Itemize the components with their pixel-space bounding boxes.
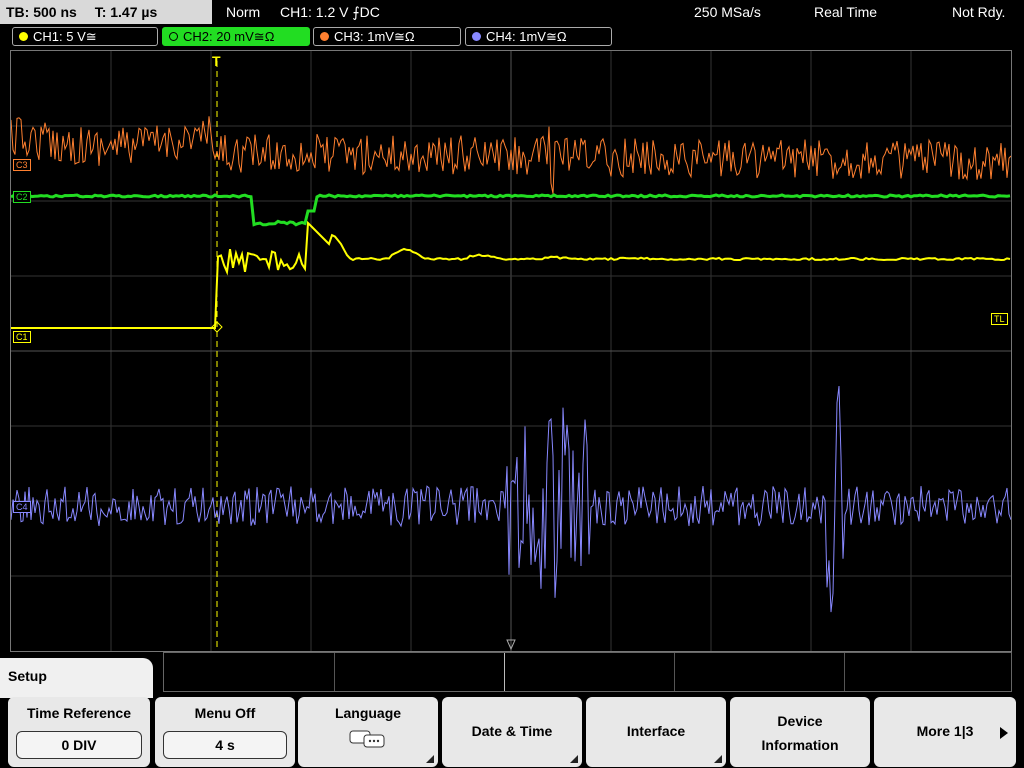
menu-off-value: 4 s: [163, 731, 287, 759]
language-button[interactable]: Language: [298, 697, 438, 767]
channel-1-label: CH1: 5 V≅: [33, 29, 97, 44]
time-reference-button[interactable]: Time Reference 0 DIV: [8, 697, 150, 767]
horizontal-overview-bar[interactable]: [163, 652, 1012, 692]
interface-button[interactable]: Interface: [586, 697, 726, 767]
timebase-box[interactable]: TB: 500 ns T: 1.47 µs: [0, 0, 212, 24]
channel-2-marker[interactable]: C2: [13, 191, 31, 203]
date-time-button[interactable]: Date & Time: [442, 697, 582, 767]
more-label: More 1|3: [916, 723, 974, 739]
trigger-time-value: T: 1.47 µs: [94, 4, 158, 20]
device-information-line1: Device: [777, 713, 823, 729]
device-information-button[interactable]: Device Information: [730, 697, 870, 767]
speech-bubble-icon: [349, 730, 385, 748]
time-reference-label: Time Reference: [26, 705, 131, 721]
submenu-indicator-icon: [426, 755, 434, 763]
waveform-display[interactable]: C3 C2 C1 C4 TL T: [10, 50, 1012, 652]
waveform-canvas: [11, 51, 1011, 651]
channel-4-dot-icon: [472, 32, 481, 41]
device-information-label: Device Information: [730, 709, 870, 757]
channel-3-label: CH3: 1mV≅Ω: [334, 29, 415, 44]
submenu-indicator-icon: [714, 755, 722, 763]
channel-tabs: CH1: 5 V≅ CH2: 20 mV≅Ω CH3: 1mV≅Ω CH4: 1…: [0, 26, 1024, 48]
trigger-info[interactable]: CH1: 1.2 V ⨍DC: [280, 0, 380, 24]
channel-4-label: CH4: 1mV≅Ω: [486, 29, 567, 44]
channel-4-marker[interactable]: C4: [13, 501, 31, 513]
channel-3-marker[interactable]: C3: [13, 159, 31, 171]
status-bar: TB: 500 ns T: 1.47 µs Norm CH1: 1.2 V ⨍D…: [0, 0, 1024, 24]
sample-rate: 250 MSa/s: [694, 4, 761, 20]
date-time-label: Date & Time: [471, 723, 553, 739]
channel-3-dot-icon: [320, 32, 329, 41]
trigger-level-marker[interactable]: TL: [991, 313, 1008, 325]
trigger-mode[interactable]: Norm: [226, 0, 260, 24]
channel-1-tab[interactable]: CH1: 5 V≅: [12, 27, 158, 46]
channel-2-tab[interactable]: CH2: 20 mV≅Ω: [162, 27, 310, 46]
trigger-position-marker[interactable]: T: [212, 53, 221, 69]
acquisition-status: Not Rdy.: [952, 4, 1006, 20]
channel-2-dot-icon: [169, 32, 178, 41]
more-button[interactable]: More 1|3: [874, 697, 1016, 767]
interface-label: Interface: [626, 723, 686, 739]
menu-off-button[interactable]: Menu Off 4 s: [155, 697, 295, 767]
menu-title: Setup: [0, 658, 153, 698]
acquisition-mode: Real Time: [814, 4, 878, 20]
channel-1-dot-icon: [19, 32, 28, 41]
language-label: Language: [334, 705, 402, 721]
menu-off-label: Menu Off: [194, 705, 256, 721]
time-reference-value: 0 DIV: [16, 731, 142, 759]
timebase-value: TB: 500 ns: [6, 4, 77, 20]
arrow-right-icon: [1000, 727, 1008, 739]
submenu-indicator-icon: [570, 755, 578, 763]
channel-1-marker[interactable]: C1: [13, 331, 31, 343]
channel-3-tab[interactable]: CH3: 1mV≅Ω: [313, 27, 461, 46]
channel-4-tab[interactable]: CH4: 1mV≅Ω: [465, 27, 612, 46]
device-information-line2: Information: [761, 737, 839, 753]
channel-2-label: CH2: 20 mV≅Ω: [183, 29, 275, 44]
